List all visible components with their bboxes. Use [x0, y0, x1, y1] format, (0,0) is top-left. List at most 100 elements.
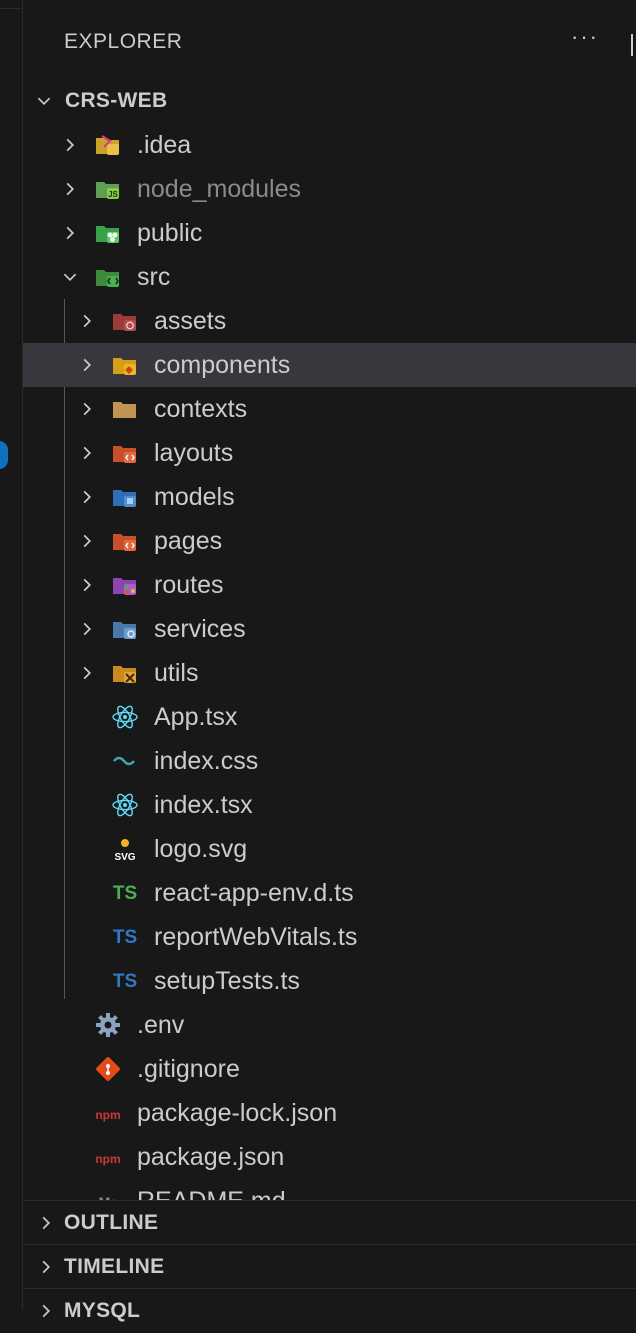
layouts-folder-icon: [110, 438, 140, 468]
models-folder-icon: [110, 482, 140, 512]
tree-item-assets[interactable]: assets: [23, 299, 636, 343]
section-timeline[interactable]: TIMELINE: [23, 1244, 636, 1289]
tree-item-contexts[interactable]: contexts: [23, 387, 636, 431]
tree-item-services[interactable]: services: [23, 607, 636, 651]
chevron-right-icon: [76, 398, 98, 420]
chevron-right-icon: [76, 662, 98, 684]
tree-item-node-modules[interactable]: JS node_modules: [23, 167, 636, 211]
chevron-right-icon: [76, 310, 98, 332]
npm-icon: npm: [93, 1142, 123, 1172]
panel-edge-mark: [631, 34, 633, 56]
tree-item-index-tsx[interactable]: index.tsx: [23, 783, 636, 827]
chevron-right-icon: [59, 134, 81, 156]
tree-item-setuptests-ts[interactable]: TS setupTests.ts: [23, 959, 636, 1003]
tree-item-label: react-app-env.d.ts: [154, 878, 354, 907]
svg-text:npm: npm: [95, 1152, 120, 1166]
chevron-right-icon: [35, 1300, 57, 1322]
chevron-right-icon: [59, 222, 81, 244]
tree-item-label: package.json: [137, 1142, 285, 1171]
tree-item-label: components: [154, 350, 291, 379]
react-icon: [110, 702, 140, 732]
chevron-right-icon: [35, 1256, 57, 1278]
tree-item-label: services: [154, 614, 246, 643]
tree-item-label: index.tsx: [154, 790, 253, 819]
chevron-right-icon: [76, 486, 98, 508]
utils-folder-icon: [110, 658, 140, 688]
chevron-right-icon: [35, 1212, 57, 1234]
activity-bar: [0, 0, 23, 1310]
tree-item-app-tsx[interactable]: App.tsx: [23, 695, 636, 739]
section-label: TIMELINE: [64, 1255, 165, 1278]
tree-item-label: logo.svg: [154, 834, 248, 863]
tree-item-routes[interactable]: routes: [23, 563, 636, 607]
npm-icon: npm: [93, 1098, 123, 1128]
folder-icon: [110, 394, 140, 424]
public-folder-icon: [93, 218, 123, 248]
ts-blue-icon: TS: [110, 966, 140, 996]
pages-folder-icon: [110, 526, 140, 556]
tree-item-components[interactable]: components: [23, 343, 636, 387]
tree-item-label: layouts: [154, 438, 234, 467]
explorer-panel: EXPLORER ··· CRS-WEB .idea JS node_modules…: [23, 0, 636, 1333]
components-folder-icon: [110, 350, 140, 380]
svg-text:TS: TS: [113, 971, 137, 992]
tree-item-package-lock-json[interactable]: npm package-lock.json: [23, 1091, 636, 1135]
chevron-right-icon: [76, 442, 98, 464]
idea-folder-icon: [93, 130, 123, 160]
tree-item-label: .idea: [137, 130, 192, 159]
tree-item-logo-svg[interactable]: SVG logo.svg: [23, 827, 636, 871]
tree-item-label: contexts: [154, 394, 248, 423]
tree-item-label: src: [137, 262, 171, 291]
tree-item-public[interactable]: public: [23, 211, 636, 255]
activity-badge[interactable]: [0, 441, 8, 469]
chevron-right-icon: [76, 354, 98, 376]
src-folder-icon: [93, 262, 123, 292]
git-icon: [93, 1054, 123, 1084]
file-tree: CRS-WEB .idea JS node_modules public src asse…: [23, 79, 636, 1223]
tree-item-idea[interactable]: .idea: [23, 123, 636, 167]
tree-item-label: index.css: [154, 746, 259, 775]
tree-item-utils[interactable]: utils: [23, 651, 636, 695]
tree-item-gitignore[interactable]: .gitignore: [23, 1047, 636, 1091]
tree-item-label: reportWebVitals.ts: [154, 922, 358, 951]
tree-item-pages[interactable]: pages: [23, 519, 636, 563]
tree-item-label: routes: [154, 570, 224, 599]
tree-item-label: utils: [154, 658, 199, 687]
tree-item-models[interactable]: models: [23, 475, 636, 519]
explorer-title: EXPLORER: [64, 30, 183, 53]
chevron-down-icon: [59, 266, 81, 288]
routes-folder-icon: [110, 570, 140, 600]
svg-text:TS: TS: [113, 883, 137, 904]
services-folder-icon: [110, 614, 140, 644]
tree-item-src[interactable]: src: [23, 255, 636, 299]
tree-item-label: models: [154, 482, 235, 511]
more-actions-icon[interactable]: ···: [571, 24, 599, 50]
section-mysql[interactable]: MYSQL: [23, 1288, 636, 1333]
ts-green-icon: TS: [110, 878, 140, 908]
chevron-right-icon: [76, 530, 98, 552]
tree-item-env[interactable]: .env: [23, 1003, 636, 1047]
react-icon: [110, 790, 140, 820]
tree-item-index-css[interactable]: index.css: [23, 739, 636, 783]
tree-item-package-json[interactable]: npm package.json: [23, 1135, 636, 1179]
chevron-right-icon: [76, 574, 98, 596]
chevron-right-icon: [59, 178, 81, 200]
tree-item-layouts[interactable]: layouts: [23, 431, 636, 475]
workspace-root[interactable]: CRS-WEB: [23, 79, 636, 123]
svg-text:JS: JS: [108, 190, 118, 199]
section-outline[interactable]: OUTLINE: [23, 1200, 636, 1245]
tree-item-react-app-env-d-ts[interactable]: TS react-app-env.d.ts: [23, 871, 636, 915]
tree-item-label: App.tsx: [154, 702, 238, 731]
tree-item-reportwebvitals-ts[interactable]: TS reportWebVitals.ts: [23, 915, 636, 959]
ts-blue-icon: TS: [110, 922, 140, 952]
